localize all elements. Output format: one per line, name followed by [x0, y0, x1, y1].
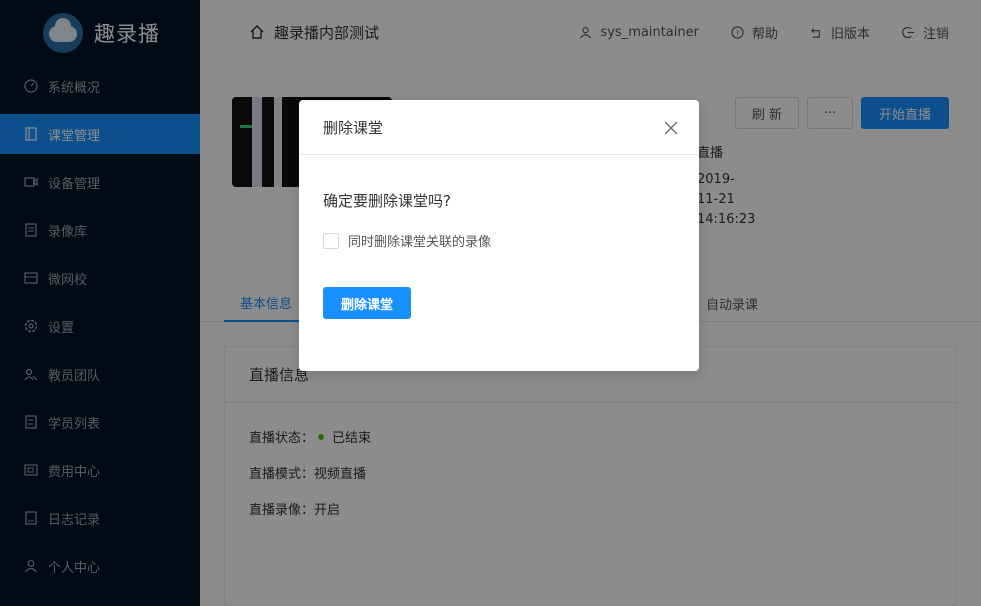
confirm-question: 确定要删除课堂吗? [323, 192, 451, 210]
checkbox-box[interactable] [323, 232, 339, 249]
delete-class-dialog: 删除课堂 确定要删除课堂吗? 同时删除课堂关联的录像 删除课堂 [299, 100, 699, 371]
confirm-delete-button[interactable]: 删除课堂 [323, 287, 411, 319]
checkbox-label: 同时删除课堂关联的录像 [348, 235, 492, 250]
close-icon[interactable] [661, 118, 681, 138]
dialog-title: 删除课堂 [299, 100, 699, 155]
delete-recordings-checkbox[interactable]: 同时删除课堂关联的录像 [323, 231, 491, 250]
